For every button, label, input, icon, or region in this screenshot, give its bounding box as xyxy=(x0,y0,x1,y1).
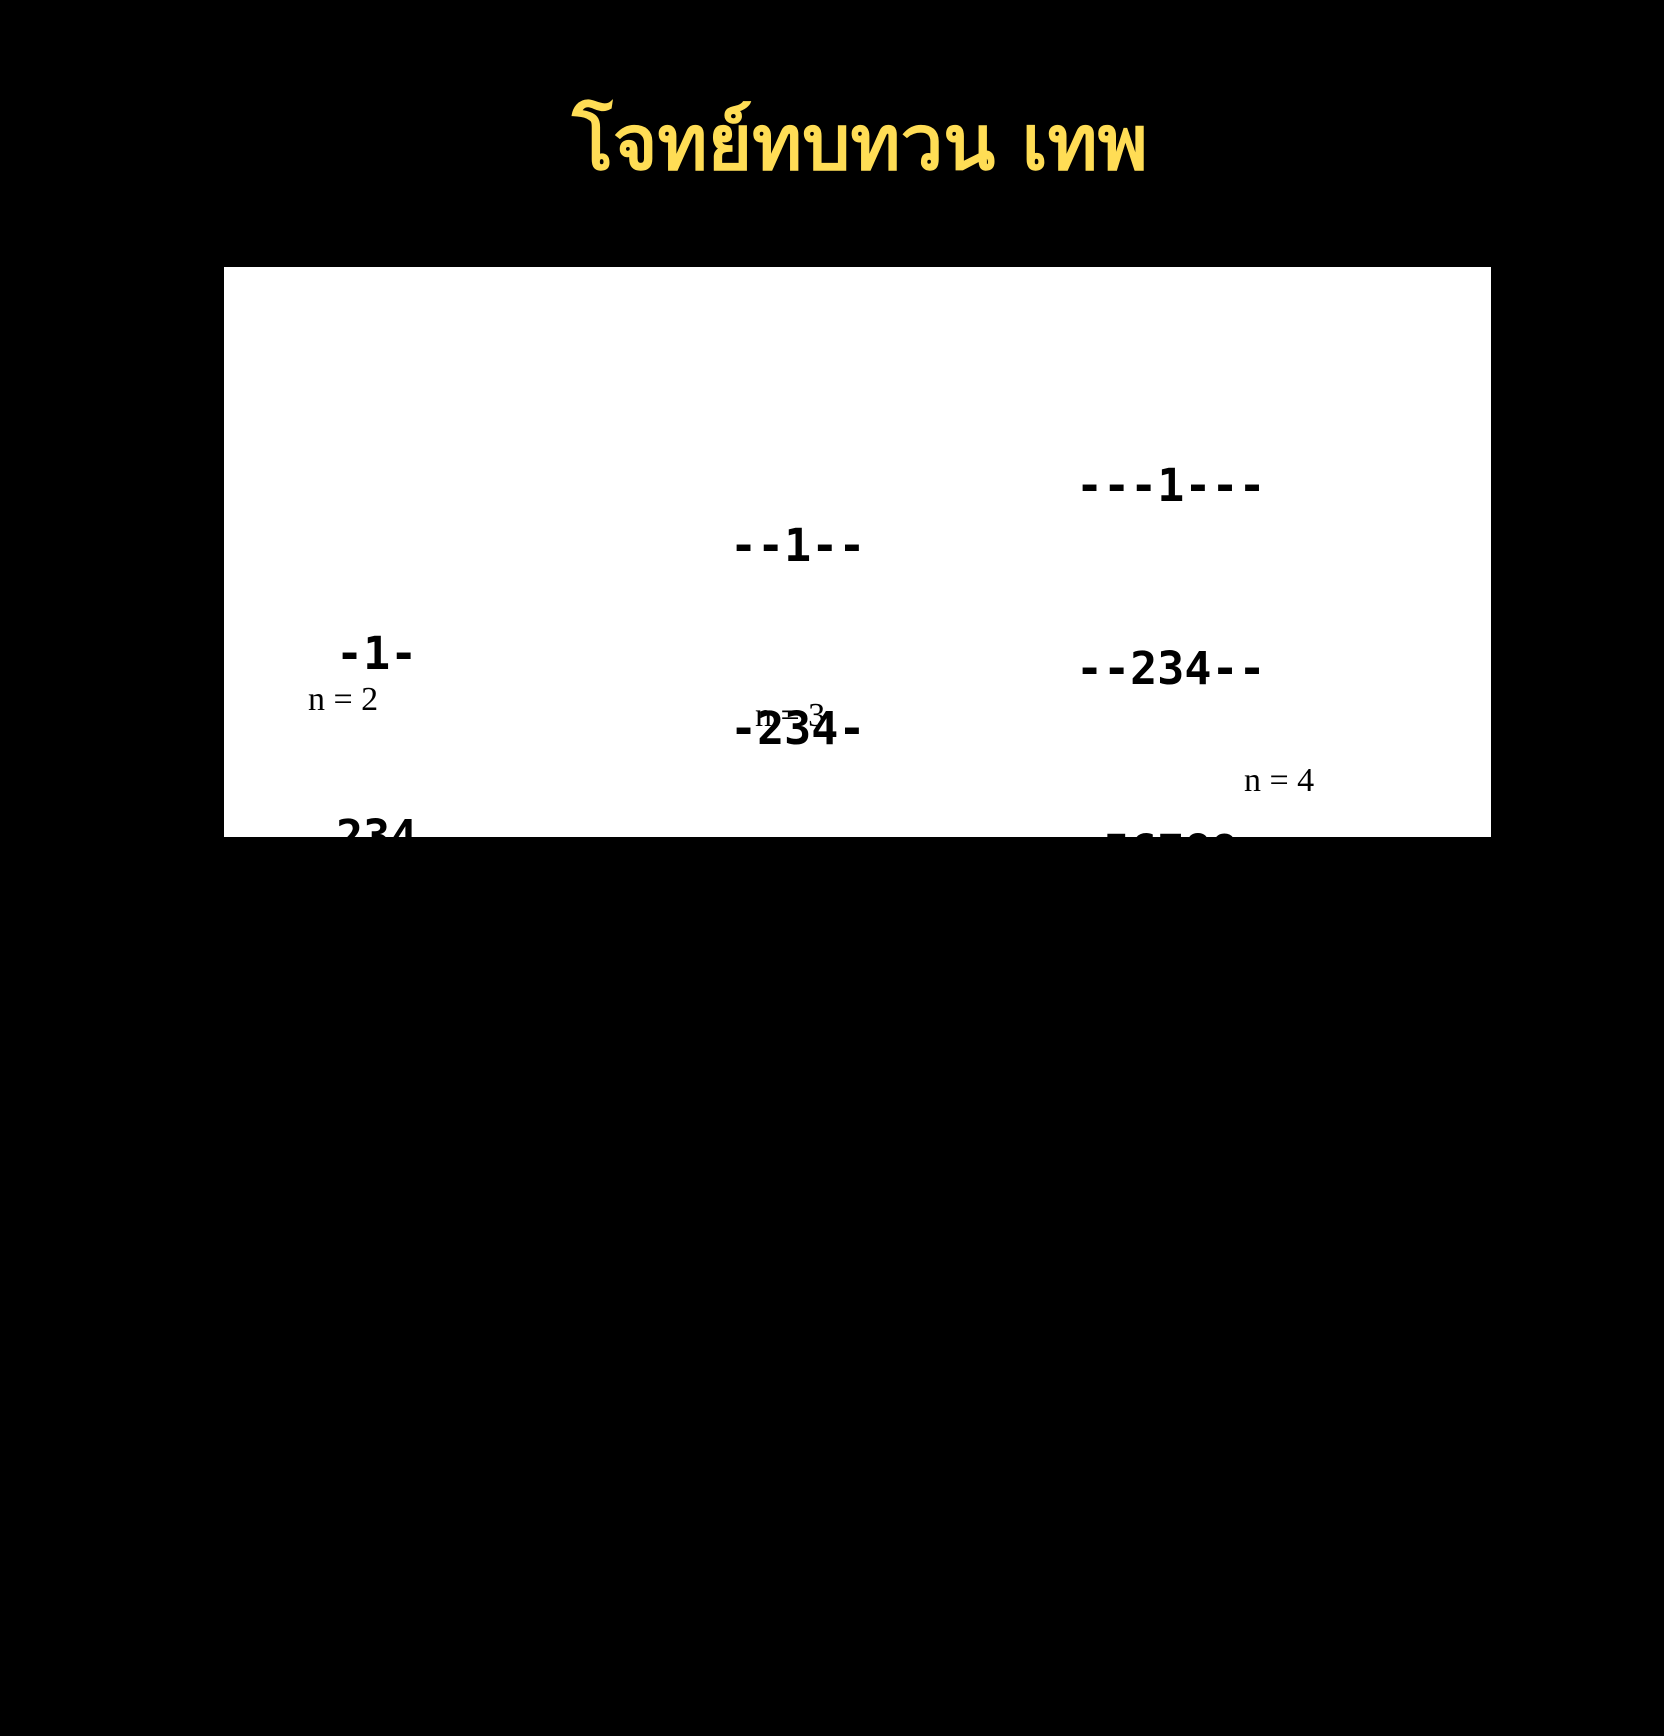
pattern-row: --234-- xyxy=(1076,642,1266,695)
pattern-row: -101112- xyxy=(730,1068,947,1121)
pattern-row: ---25--- xyxy=(1076,1557,1293,1610)
pattern-row: --13-- xyxy=(730,1251,893,1304)
pattern-row: 10111213141516 xyxy=(1076,1008,1456,1061)
caption-n3: n = 3 xyxy=(755,697,826,734)
pattern-row: --1-- xyxy=(730,519,866,572)
pattern-n4: ---1--- --234-- -56789- 10111213141516 -… xyxy=(1076,333,1455,1736)
pattern-row: ---1--- xyxy=(1076,459,1266,512)
pattern-n3: --1-- -234- 56789 -101112- --13-- xyxy=(730,393,947,1430)
pattern-row: -1718192021- xyxy=(1076,1191,1402,1244)
pattern-row: 234 xyxy=(336,810,418,863)
caption-n2: n = 2 xyxy=(308,681,379,718)
pattern-row: -1- xyxy=(336,627,418,680)
pattern-row: -5- xyxy=(336,993,418,1046)
pattern-n2: -1- 234 -5- xyxy=(336,501,444,1172)
slide-title: โจทย์ทบทวน เทพ xyxy=(572,98,1148,187)
pattern-row: --222324-- xyxy=(1076,1374,1347,1427)
caption-n4: n = 4 xyxy=(1244,762,1315,799)
examples-panel: -1- 234 -5- n = 2 --1-- -234- 56789 -101… xyxy=(224,267,1491,1610)
pattern-row: -56789- xyxy=(1076,825,1266,878)
